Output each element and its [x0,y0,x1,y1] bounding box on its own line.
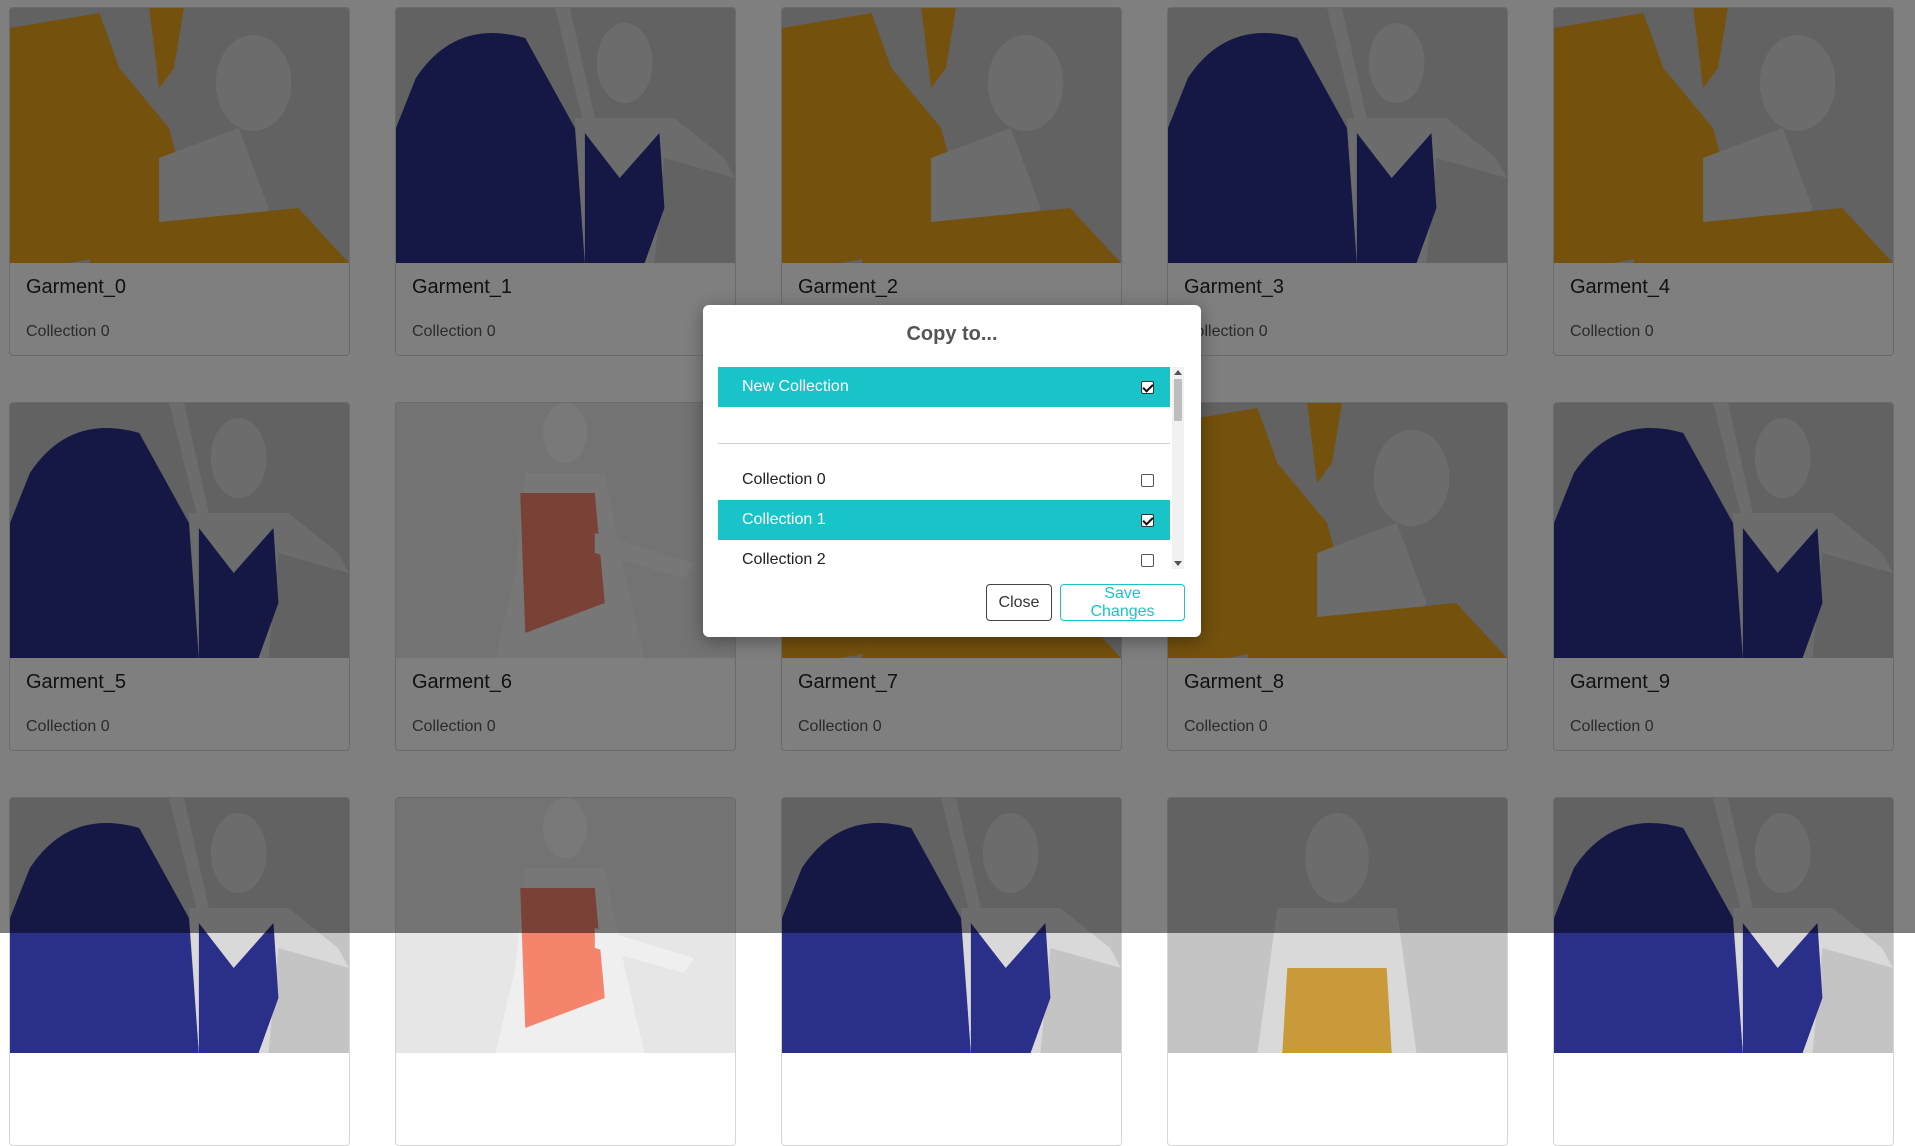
scroll-down-arrow-icon[interactable] [1174,561,1182,566]
scrollbar-thumb[interactable] [1174,379,1182,421]
collection-0-checkbox[interactable] [1141,473,1154,487]
collection-option-label: Collection 2 [742,551,826,568]
collection-1-checkbox[interactable] [1141,513,1154,527]
collection-2-checkbox[interactable] [1141,553,1154,567]
new-collection-label: New Collection [742,378,849,395]
list-divider [718,443,1170,444]
new-collection-option[interactable]: New Collection [718,367,1170,407]
collection-option-label: Collection 0 [742,471,826,488]
collection-list: New Collection Collection 0 Collection 1… [718,367,1170,569]
collection-option-label: Collection 1 [742,511,826,528]
collection-option-1[interactable]: Collection 1 [718,500,1170,540]
collection-option-2[interactable]: Collection 2 [718,540,1170,569]
collection-list-container: New Collection Collection 0 Collection 1… [718,367,1184,569]
dialog-title: Copy to... [906,323,998,345]
new-collection-checkbox[interactable] [1141,380,1154,394]
save-changes-button[interactable]: Save Changes [1060,584,1185,621]
close-button[interactable]: Close [986,584,1052,621]
scroll-up-arrow-icon[interactable] [1174,370,1182,375]
collection-option-0[interactable]: Collection 0 [718,460,1170,500]
list-scrollbar[interactable] [1172,367,1184,569]
copy-to-dialog: Copy to... New Collection Collection 0 C… [703,305,1201,637]
